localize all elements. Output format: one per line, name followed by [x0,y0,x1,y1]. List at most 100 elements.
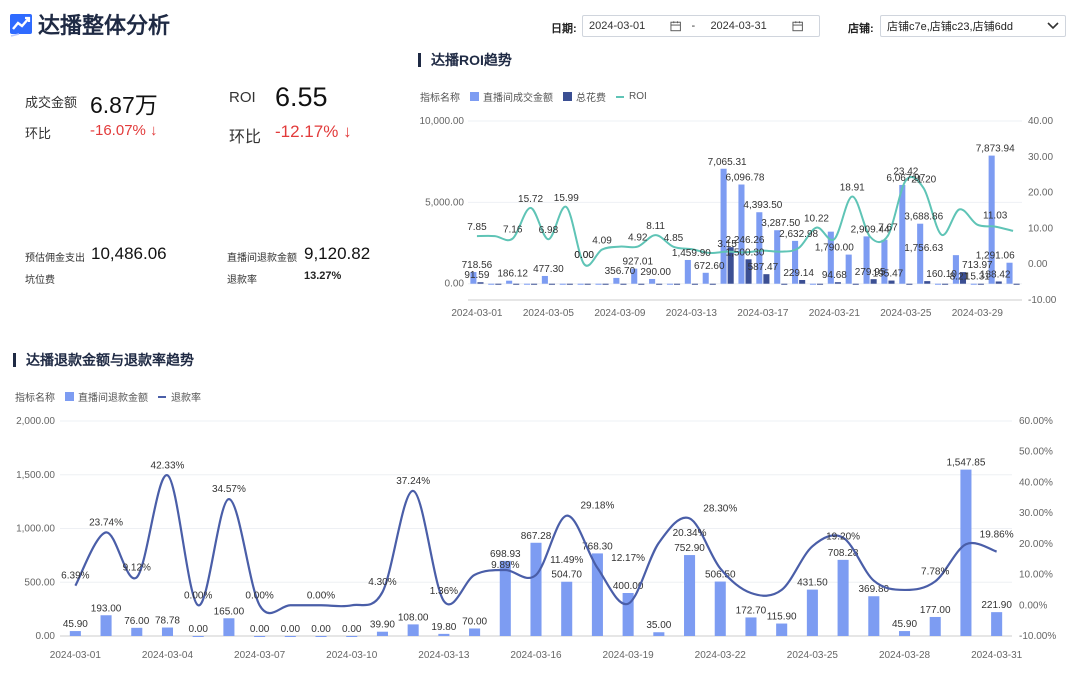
y-right-tick: 10.00% [1019,570,1053,581]
bar-gmv [595,283,602,285]
shop-select[interactable]: 店铺c7e,店铺c23,店铺6dd [880,15,1066,37]
x-tick: 2024-03-07 [234,650,286,661]
line-label: 37.24% [396,476,430,487]
bar-refund [960,469,972,636]
bar-label: 177.00 [920,605,951,616]
x-tick: 2024-03-19 [603,650,655,661]
bar-gmv [488,283,495,285]
bar-label: 0.00 [250,624,270,635]
data-label: 4.92 [628,233,648,244]
calendar-icon[interactable] [670,20,682,32]
data-label: 587.47 [748,262,779,273]
bar-refund [806,589,818,636]
line-label: 28.30% [703,503,737,514]
bar-spend [942,283,949,285]
data-label: 160.10 [926,269,957,280]
legend-roi[interactable]: ROI [629,91,647,102]
line-label: 29.18% [580,501,614,512]
bar-label: 752.90 [674,543,705,554]
shop-label: 店铺: [848,23,874,35]
y-right-tick: 20.00 [1028,188,1053,199]
legend-swatch [65,392,74,401]
data-label: 0.00 [574,250,594,261]
data-label: 3,287.50 [761,218,800,229]
data-label: 15.99 [554,193,579,204]
commission-label: 预估佣金支出 [25,253,85,264]
refund-rate-label: 退款率 [227,275,257,286]
bar-label: 221.90 [981,600,1012,611]
legend-title: 指标名称 [420,93,460,104]
data-label: 4.09 [592,236,612,247]
line-label: 11.49% [550,555,583,566]
bar-gmv [541,275,548,284]
legend-gmv[interactable]: 直播间成交金额 [483,89,553,104]
bar-refund [530,542,542,636]
bar-refund [561,581,573,636]
roi-label: ROI [229,89,256,106]
data-label: 290.00 [640,267,671,278]
data-label: 10.22 [804,214,829,225]
legend-title: 指标名称 [15,393,55,404]
bar-gmv [577,283,584,285]
bar-spend [816,283,824,285]
refund-amount-label: 直播间退款金额 [227,253,297,264]
data-label: 6,096.78 [726,173,765,184]
trend-chart-icon [10,14,32,37]
line-label: 20.34% [673,528,707,539]
bar-refund [223,618,235,636]
bar-spend [584,283,591,285]
bar-refund [100,615,112,636]
line-label: 19.86% [980,529,1014,540]
y-right-tick: 50.00% [1019,447,1053,458]
data-label: 7,065.31 [708,157,747,168]
bar-spend [709,283,716,285]
date-end[interactable]: 2024-03-31 [710,20,791,32]
bar-refund [868,596,880,636]
legend-refund-amount[interactable]: 直播间退款金额 [78,389,148,404]
bar-spend [1013,283,1020,285]
bar-gmv [523,283,531,285]
date-range-picker[interactable]: 2024-03-01 - 2024-03-31 [582,15,820,37]
bar-label: 45.90 [63,619,88,630]
bar-label: 78.78 [155,616,180,627]
data-label: 229.14 [783,268,814,279]
line-label: 0.00% [307,590,335,601]
gmv-mom-label: 环比 [25,126,52,141]
y-left-tick: 0.00 [36,631,56,642]
bar-spend [924,281,931,284]
roi-value: 6.55 [275,82,328,112]
y-left-tick: 1,500.00 [16,470,55,481]
data-label: 15.72 [518,194,543,205]
refund-amount-value: 9,120.82 [304,244,371,263]
data-label: 94.68 [822,270,847,281]
line-label: 0.00% [245,590,273,601]
data-label: 7.67 [878,223,898,234]
date-start[interactable]: 2024-03-01 [589,20,670,32]
x-tick: 2024-03-01 [451,308,503,319]
roi-chart-title: 达播ROI趋势 [418,50,512,70]
bar-refund [161,627,174,636]
line-label: 9.12% [123,562,151,573]
bar-spend [656,283,663,285]
date-separator: - [691,20,696,32]
bar-refund [929,616,941,636]
calendar-icon[interactable] [792,20,803,32]
refund-chart: 0.00 500.00 1,000.00 1,500.00 2,000.00 -10.00… [16,416,1056,661]
legend-swatch [563,92,572,101]
bar-label: 76.00 [124,616,149,627]
bar-refund [714,581,726,636]
data-label: 7.85 [467,222,487,233]
x-tick: 2024-03-04 [142,650,194,661]
chevron-down-icon [1047,22,1059,30]
legend-refund-rate[interactable]: 退款率 [171,389,201,404]
bar-refund [438,633,450,636]
bar-gmv [649,279,656,284]
bar-refund [499,560,511,636]
bar-spend [781,283,788,285]
line-label: 23.74% [89,517,123,528]
data-label: 4,393.50 [743,200,782,211]
bar-gmv [613,277,620,284]
line-label: 6.39% [61,571,89,582]
data-label: 11.03 [983,211,1008,222]
legend-spend[interactable]: 总花费 [576,89,606,104]
